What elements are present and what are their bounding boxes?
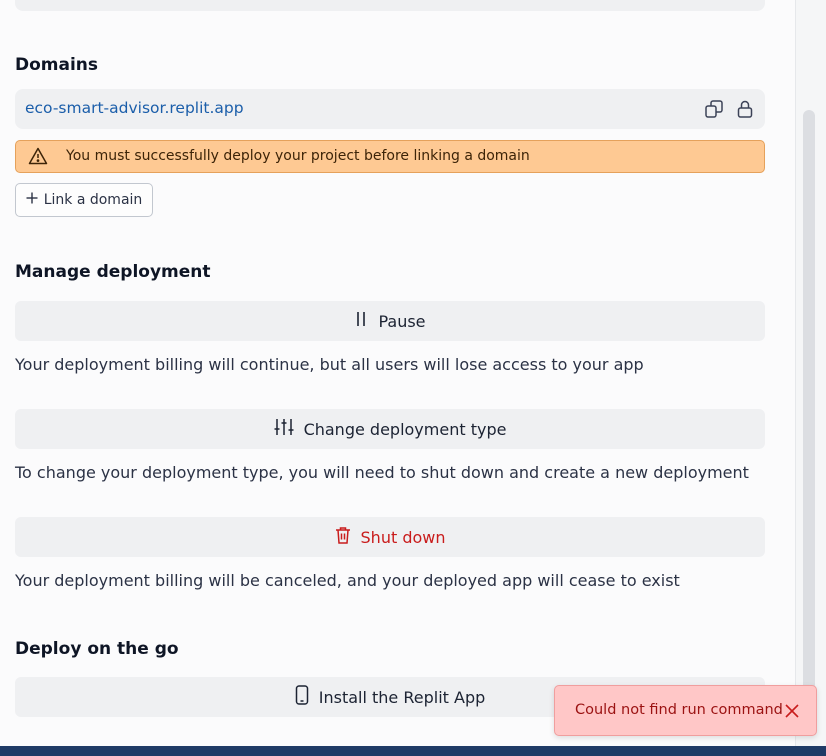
domain-row: eco-smart-advisor.replit.app [15, 89, 765, 129]
bottom-status-bar [0, 746, 826, 756]
copy-icon[interactable] [704, 99, 724, 119]
manage-deployment-heading: Manage deployment [15, 262, 211, 282]
link-domain-label: Link a domain [43, 192, 143, 208]
warning-triangle-icon [28, 147, 48, 169]
change-deployment-type-label: Change deployment type [303, 419, 507, 439]
deploy-on-the-go-heading: Deploy on the go [15, 639, 179, 659]
domain-warning-banner: You must successfully deploy your projec… [15, 140, 765, 173]
scrollbar-thumb[interactable] [803, 110, 815, 730]
domains-heading: Domains [15, 55, 99, 75]
phone-icon [295, 685, 309, 709]
pause-icon [354, 311, 368, 331]
install-replit-app-label: Install the Replit App [318, 687, 486, 707]
plus-icon [26, 192, 38, 208]
shut-down-description: Your deployment billing will be canceled… [15, 571, 680, 590]
pause-description: Your deployment billing will continue, b… [15, 355, 644, 374]
pause-button[interactable]: Pause [15, 301, 765, 341]
lock-icon[interactable] [735, 99, 755, 119]
sliders-icon [274, 418, 294, 440]
shut-down-label: Shut down [360, 527, 446, 547]
link-domain-button[interactable]: Link a domain [15, 183, 153, 217]
change-deployment-type-button[interactable]: Change deployment type [15, 409, 765, 449]
change-deployment-description: To change your deployment type, you will… [15, 463, 749, 482]
pause-label: Pause [378, 311, 426, 331]
previous-section-card [15, 0, 765, 11]
trash-icon [335, 526, 351, 548]
close-icon[interactable] [783, 702, 801, 720]
shut-down-button[interactable]: Shut down [15, 517, 765, 557]
toast-message: Could not find run command [575, 702, 783, 718]
warning-text: You must successfully deploy your projec… [66, 148, 530, 164]
error-toast: Could not find run command [554, 685, 817, 736]
domain-url-link[interactable]: eco-smart-advisor.replit.app [25, 99, 244, 117]
